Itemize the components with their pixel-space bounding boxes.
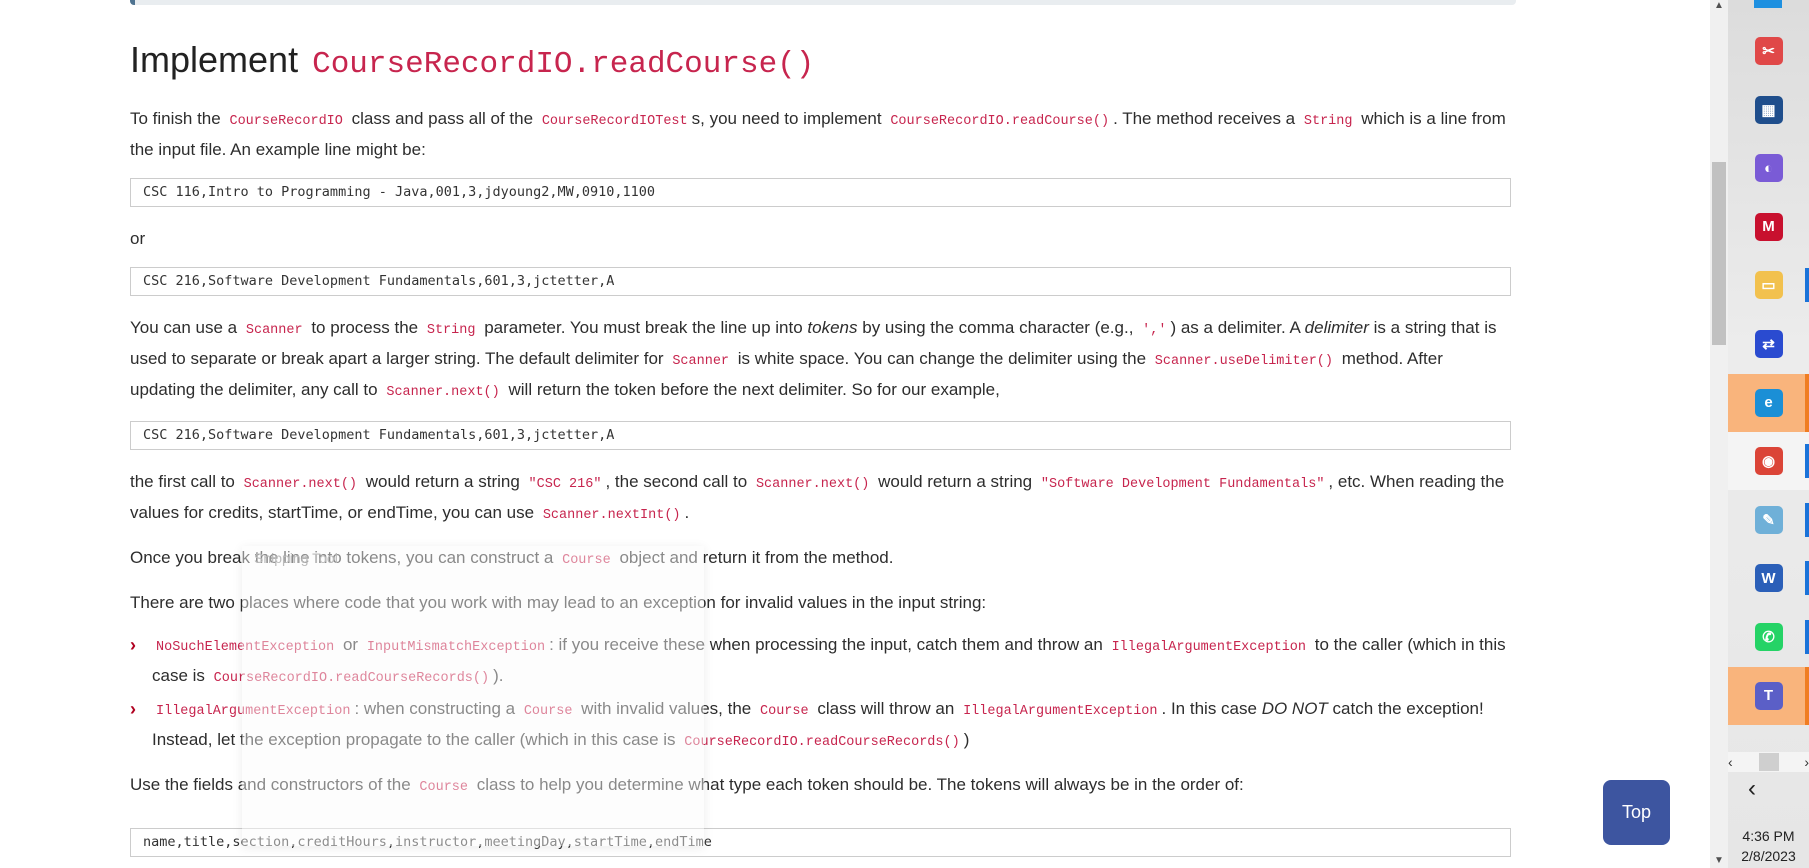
example-line-1: CSC 116,Intro to Programming - Java,001,… (130, 178, 1511, 207)
taskbar-item-file-explorer[interactable]: ▭ (1728, 256, 1809, 314)
taskbar-item-word[interactable]: W (1728, 549, 1809, 607)
show-hidden-icons-chevron-icon[interactable]: ‹ (1748, 775, 1756, 803)
running-indicator (1805, 561, 1809, 596)
running-indicator (1805, 502, 1809, 537)
scrollbar-thumb[interactable] (1712, 162, 1726, 345)
word-icon: W (1754, 564, 1783, 593)
taskbar-scroller[interactable]: ‹ › (1728, 752, 1809, 772)
system-clock[interactable]: 4:36 PM 2/8/2023 (1728, 826, 1809, 866)
back-to-top-button[interactable]: Top (1603, 780, 1670, 845)
file-explorer-icon: ▭ (1754, 271, 1783, 300)
example-line-2: CSC 216,Software Development Fundamental… (130, 267, 1511, 296)
scanner-paragraph: You can use a Scanner to process the Str… (130, 318, 1497, 400)
browser-page: Implement CourseRecordIO.readCourse() To… (0, 0, 1710, 868)
scroll-down-arrow-icon[interactable]: ▼ (1714, 855, 1724, 866)
clock-date: 2/8/2023 (1741, 848, 1796, 864)
exception-list: › NoSuchElementException or InputMismatc… (130, 631, 1511, 757)
token-order-line: name,title,section,creditHours,instructo… (130, 828, 1511, 857)
taskbar-item-remote-desktop[interactable]: ⇄ (1728, 315, 1809, 373)
scroll-up-arrow-icon[interactable]: ▲ (1714, 0, 1724, 11)
exceptions-intro: There are two places where code that you… (130, 593, 987, 612)
clock-time: 4:36 PM (1742, 828, 1795, 844)
taskbar-item-microsoft-365[interactable]: ◐ (1728, 139, 1809, 197)
running-indicator (1805, 373, 1809, 432)
scroll-right-icon[interactable]: › (1804, 754, 1809, 770)
running-indicator (1805, 666, 1809, 725)
section-heading: Implement CourseRecordIO.readCourse() (130, 30, 1511, 95)
snipping-tool-icon: ✂ (1754, 37, 1783, 65)
tokens-paragraph: the first call to Scanner.next() would r… (130, 472, 1505, 523)
article-content: Implement CourseRecordIO.readCourse() To… (130, 30, 1511, 868)
taskbar-item-whatsapp[interactable]: ✆ (1728, 608, 1809, 666)
edge-icon: e (1754, 388, 1783, 417)
scroll-left-icon[interactable]: ‹ (1728, 754, 1733, 770)
taskbar-item-mcafee[interactable]: M (1728, 198, 1809, 256)
mcafee-icon: M (1754, 212, 1783, 241)
heading-code: CourseRecordIO.readCourse() (312, 47, 815, 82)
remote-desktop-icon: ⇄ (1754, 330, 1783, 358)
taskbar-item-notepad[interactable]: ✎ (1728, 491, 1809, 549)
vertical-scrollbar[interactable]: ▲ ▼ (1710, 0, 1728, 868)
taskbar-item-chrome[interactable]: ◉ (1728, 432, 1809, 491)
running-indicator (1805, 620, 1809, 654)
taskbar: ✂ ▦ ◐ M ▭ ⇄ e ◉ ✎ W ✆ T (1728, 0, 1809, 868)
construct-paragraph: Once you break the line into tokens, you… (130, 548, 894, 568)
fields-paragraph: Use the fields and constructors of the C… (130, 775, 1244, 795)
or-text: or (130, 229, 146, 248)
chevron-right-icon: › (130, 635, 136, 655)
taskbar-item-teams[interactable]: T (1728, 666, 1809, 725)
example-line-3: CSC 216,Software Development Fundamental… (130, 421, 1511, 450)
running-indicator (1805, 268, 1809, 303)
list-item: › IllegalArgumentException: when constru… (130, 695, 1511, 757)
intro-paragraph: To finish the CourseRecordIO class and p… (130, 109, 1506, 159)
teams-icon: T (1754, 681, 1783, 710)
taskbar-item-partial-icon[interactable] (1754, 0, 1782, 8)
chrome-icon: ◉ (1754, 447, 1783, 476)
taskbar-item-snipping-tool[interactable]: ✂ (1728, 22, 1809, 80)
notepad-icon: ✎ (1754, 505, 1783, 534)
microsoft-store-icon: ▦ (1754, 95, 1783, 124)
taskbar-scroll-thumb[interactable] (1758, 753, 1779, 771)
list-item: › NoSuchElementException or InputMismatc… (130, 631, 1511, 693)
whatsapp-icon: ✆ (1754, 623, 1783, 651)
taskbar-item-microsoft-store[interactable]: ▦ (1728, 81, 1809, 139)
taskbar-item-edge[interactable]: e (1728, 373, 1809, 432)
running-indicator (1805, 444, 1809, 479)
previous-section-box (130, 0, 1516, 5)
microsoft-365-icon: ◐ (1754, 154, 1783, 183)
chevron-right-icon: › (130, 699, 136, 719)
